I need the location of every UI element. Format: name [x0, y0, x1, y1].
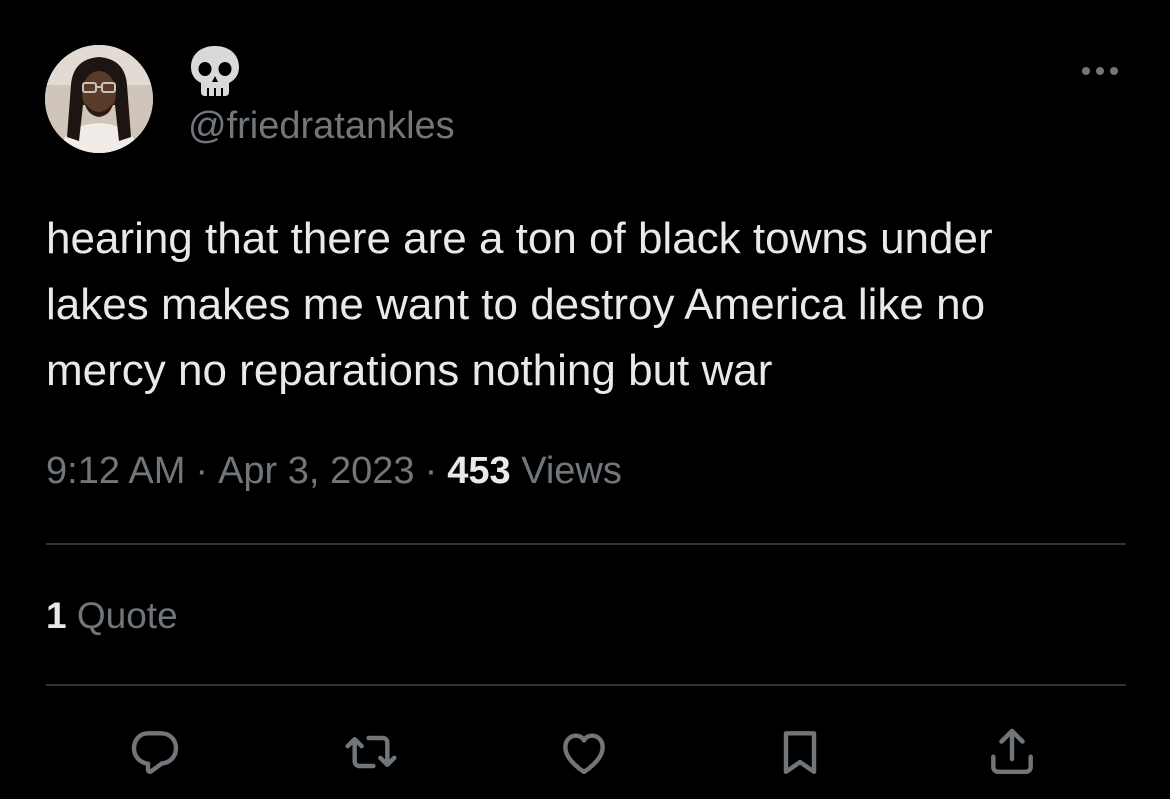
- separator: ·: [424, 450, 438, 492]
- share-icon: [991, 728, 1033, 775]
- reply-button[interactable]: [125, 722, 185, 782]
- views-count: 453: [447, 450, 511, 492]
- skull-icon: [191, 46, 239, 96]
- avatar[interactable]: [45, 45, 153, 153]
- tweet-text-line: lakes makes me want to destroy America l…: [46, 280, 986, 329]
- retweet-icon: [345, 735, 397, 769]
- tweet-date[interactable]: Apr 3, 2023: [218, 450, 414, 492]
- divider: [46, 543, 1126, 545]
- divider: [46, 684, 1126, 686]
- more-options-button[interactable]: [1074, 58, 1126, 84]
- reply-icon: [131, 731, 179, 774]
- separator: ·: [195, 450, 209, 492]
- quote-count: 1: [46, 595, 67, 636]
- share-button[interactable]: [982, 722, 1042, 782]
- more-dot-icon: [1110, 67, 1118, 75]
- tweet-time[interactable]: 9:12 AM: [46, 450, 185, 492]
- more-dot-icon: [1082, 67, 1090, 75]
- bookmark-icon: [783, 731, 817, 775]
- tweet-text-line: hearing that there are a ton of black to…: [46, 214, 993, 263]
- more-dot-icon: [1096, 67, 1104, 75]
- user-handle[interactable]: @friedratankles: [188, 104, 455, 148]
- like-icon: [563, 733, 605, 775]
- like-button[interactable]: [554, 722, 614, 782]
- tweet-meta: 9:12 AM · Apr 3, 2023 · 453 Views: [46, 446, 622, 496]
- retweet-button[interactable]: [341, 722, 401, 782]
- display-name[interactable]: [188, 44, 242, 98]
- avatar-photo: [45, 45, 153, 153]
- quote-label: Quote: [76, 595, 178, 636]
- bookmark-button[interactable]: [770, 722, 830, 782]
- tweet-text-line: mercy no reparations nothing but war: [46, 346, 773, 395]
- tweet-text: hearing that there are a ton of black to…: [46, 206, 1126, 404]
- views-label: Views: [521, 450, 622, 492]
- quote-count-link[interactable]: 1 Quote: [46, 592, 178, 640]
